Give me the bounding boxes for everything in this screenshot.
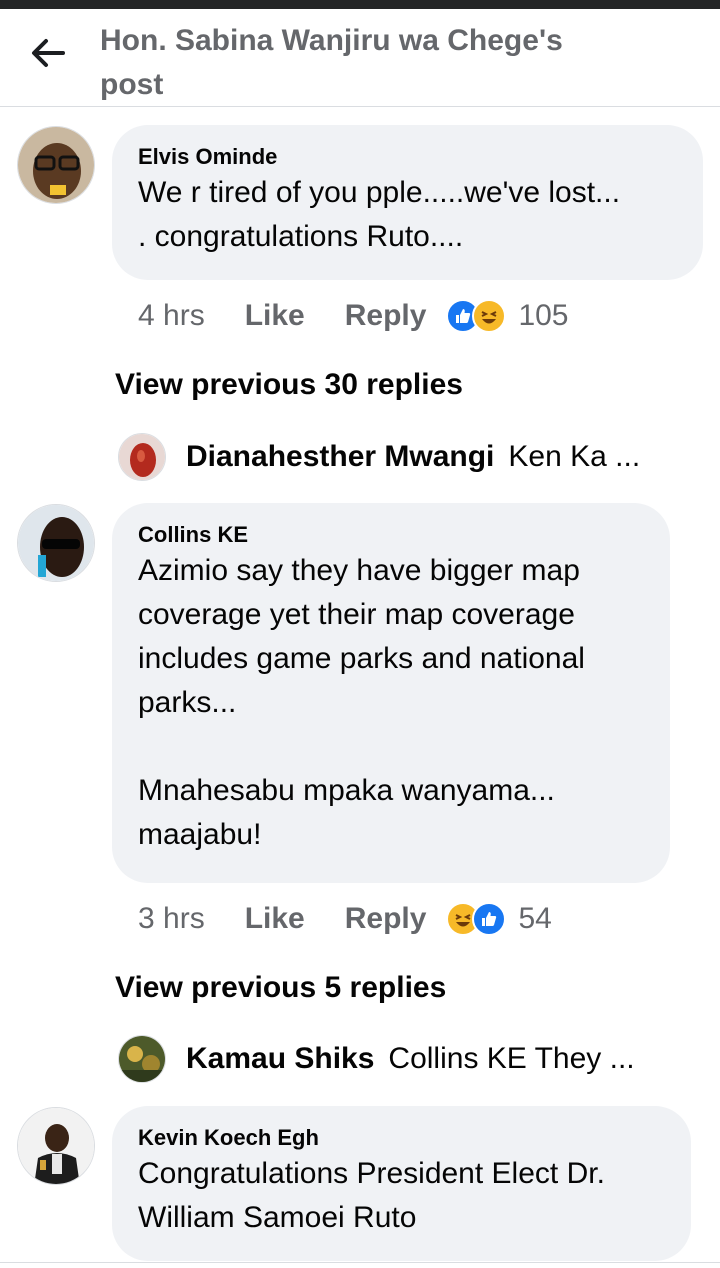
reply-preview[interactable]: Kamau Shiks Collins KE They ... [118, 1034, 635, 1084]
reply-button[interactable]: Reply [345, 902, 427, 936]
comment-actions: 4 hrs Like Reply 105 [138, 296, 569, 336]
avatar-kamau-shiks [118, 1035, 166, 1083]
reaction-summary[interactable] [446, 299, 507, 333]
reply-button[interactable]: Reply [345, 299, 427, 333]
view-previous-replies[interactable]: View previous 5 replies [115, 968, 446, 1008]
reply-author[interactable]: Dianahesther Mwangi [186, 440, 494, 474]
comment-text: Azimio say they have bigger map coverage… [138, 554, 585, 851]
comment-bubble: Elvis Ominde We r tired of you pple.....… [112, 125, 703, 280]
reply-text: Ken Ka ... [508, 440, 641, 473]
comment-text: We r tired of you pple.....we've lost...… [138, 176, 621, 253]
status-bar [0, 0, 720, 9]
avatar-dianahesther-mwangi [118, 433, 166, 481]
comment-bubble: Collins KE Azimio say they have bigger m… [112, 503, 670, 883]
reaction-count[interactable]: 105 [518, 299, 568, 333]
comment-author[interactable]: Elvis Ominde [138, 143, 677, 171]
comment-time[interactable]: 4 hrs [138, 299, 205, 333]
avatar-kevin-koech-egh[interactable] [17, 1107, 95, 1185]
avatar-collins-ke[interactable] [17, 504, 95, 582]
reaction-summary[interactable] [446, 902, 507, 936]
reaction-count[interactable]: 54 [518, 902, 551, 936]
reply-author[interactable]: Kamau Shiks [186, 1042, 374, 1076]
divider [0, 1262, 720, 1263]
comment-author[interactable]: Collins KE [138, 521, 644, 549]
comment-text: Congratulations President Elect Dr. Will… [138, 1157, 605, 1234]
post-header: Hon. Sabina Wanjiru wa Chege's post [0, 9, 720, 107]
view-previous-replies[interactable]: View previous 30 replies [115, 365, 463, 405]
page-title: Hon. Sabina Wanjiru wa Chege's post [100, 24, 563, 101]
comment-bubble: Kevin Koech Egh Congratulations Presiden… [112, 1106, 691, 1261]
comment-time[interactable]: 3 hrs [138, 902, 205, 936]
avatar-elvis-ominde[interactable] [17, 126, 95, 204]
like-button[interactable]: Like [245, 902, 305, 936]
arrow-left-icon [32, 39, 65, 67]
reply-text: Collins KE They ... [388, 1042, 635, 1075]
back-button[interactable] [26, 31, 70, 75]
like-icon [472, 902, 507, 936]
haha-icon [472, 299, 507, 333]
comment-author[interactable]: Kevin Koech Egh [138, 1124, 665, 1152]
comment-actions: 3 hrs Like Reply 54 [138, 899, 552, 939]
reply-preview[interactable]: Dianahesther Mwangi Ken Ka ... [118, 432, 640, 482]
like-button[interactable]: Like [245, 299, 305, 333]
